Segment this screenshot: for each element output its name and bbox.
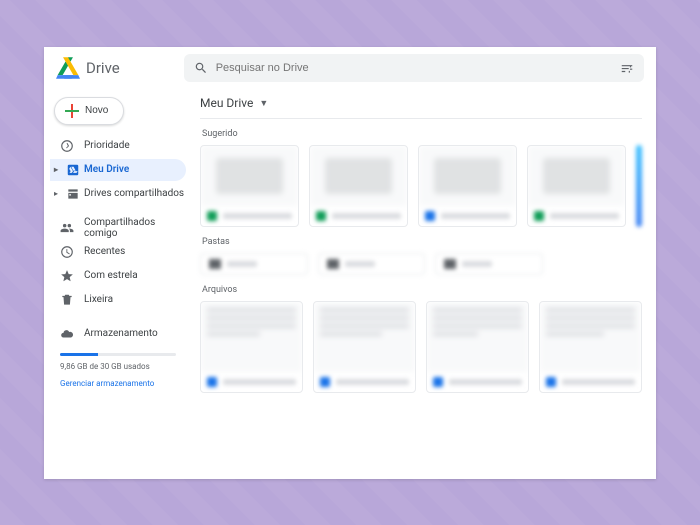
search-options-icon[interactable]	[620, 61, 634, 75]
my-drive-icon	[66, 163, 80, 177]
people-icon	[60, 221, 74, 235]
files-grid	[200, 301, 642, 393]
manage-storage-link[interactable]: Gerenciar armazenamento	[50, 379, 186, 388]
docs-icon	[425, 211, 435, 221]
sidebar-item-label: Armazenamento	[84, 328, 158, 339]
file-card[interactable]	[200, 301, 303, 393]
sheets-icon	[207, 211, 217, 221]
folder-icon	[327, 259, 339, 269]
docs-icon	[320, 377, 330, 387]
suggested-row	[200, 145, 642, 227]
sidebar: Novo Prioridade ▸ Meu Drive ▸	[44, 89, 192, 479]
sidebar-item-starred[interactable]: Com estrela	[50, 265, 186, 287]
sheets-icon	[534, 211, 544, 221]
brand[interactable]: Drive	[56, 57, 120, 79]
file-card[interactable]	[426, 301, 529, 393]
sidebar-item-shared-drives[interactable]: ▸ Drives compartilhados	[50, 183, 186, 205]
trash-icon	[60, 293, 74, 307]
topbar: Drive	[44, 47, 656, 89]
file-card[interactable]	[313, 301, 416, 393]
folder-item[interactable]	[435, 253, 543, 275]
sidebar-item-label: Recentes	[84, 246, 125, 257]
main: Meu Drive ▼ Sugerido Pastas Arquivos	[192, 89, 656, 479]
cloud-icon	[60, 327, 74, 341]
folder-icon	[209, 259, 221, 269]
expand-icon[interactable]: ▸	[54, 189, 62, 198]
sidebar-item-label: Drives compartilhados	[84, 188, 184, 199]
sidebar-item-label: Lixeira	[84, 294, 113, 305]
folder-item[interactable]	[318, 253, 426, 275]
suggested-card[interactable]	[309, 145, 408, 227]
clock-icon	[60, 245, 74, 259]
section-label-files: Arquivos	[202, 285, 642, 295]
storage-used-text: 9,86 GB de 30 GB usados	[50, 362, 186, 371]
sidebar-item-label: Prioridade	[84, 140, 130, 151]
folder-item[interactable]	[200, 253, 308, 275]
priority-icon	[60, 139, 74, 153]
brand-name: Drive	[86, 59, 120, 77]
shared-drives-icon	[66, 187, 80, 201]
star-icon	[60, 269, 74, 283]
suggested-card[interactable]	[200, 145, 299, 227]
section-label-suggested: Sugerido	[202, 129, 642, 139]
suggested-card[interactable]	[527, 145, 626, 227]
suggested-card[interactable]	[418, 145, 517, 227]
docs-icon	[546, 377, 556, 387]
sidebar-item-storage[interactable]: Armazenamento	[50, 323, 186, 345]
folders-row	[200, 253, 642, 275]
new-button[interactable]: Novo	[54, 97, 124, 125]
breadcrumb[interactable]: Meu Drive ▼	[200, 89, 642, 119]
chevron-down-icon: ▼	[259, 98, 268, 109]
sidebar-item-trash[interactable]: Lixeira	[50, 289, 186, 311]
sheets-icon	[316, 211, 326, 221]
search-bar[interactable]	[184, 54, 644, 82]
search-input[interactable]	[216, 62, 612, 74]
plus-icon	[65, 104, 79, 118]
sidebar-item-shared-with-me[interactable]: Compartilhados comigo	[50, 217, 186, 239]
expand-icon[interactable]: ▸	[54, 165, 62, 174]
sidebar-item-priority[interactable]: Prioridade	[50, 135, 186, 157]
sidebar-item-label: Compartilhados comigo	[84, 217, 186, 239]
docs-icon	[433, 377, 443, 387]
search-icon	[194, 61, 208, 75]
folder-icon	[444, 259, 456, 269]
new-button-label: Novo	[85, 105, 108, 116]
storage-bar	[60, 353, 176, 356]
sidebar-item-recent[interactable]: Recentes	[50, 241, 186, 263]
suggested-overflow[interactable]	[636, 145, 642, 227]
breadcrumb-label: Meu Drive	[200, 96, 253, 110]
layout: Novo Prioridade ▸ Meu Drive ▸	[44, 89, 656, 479]
docs-icon	[207, 377, 217, 387]
drive-logo-icon	[56, 57, 80, 79]
section-label-folders: Pastas	[202, 237, 642, 247]
sidebar-item-label: Meu Drive	[84, 164, 129, 175]
sidebar-item-my-drive[interactable]: ▸ Meu Drive	[50, 159, 186, 181]
file-card[interactable]	[539, 301, 642, 393]
app-window: Drive Novo Prioridade	[44, 47, 656, 479]
sidebar-item-label: Com estrela	[84, 270, 138, 281]
